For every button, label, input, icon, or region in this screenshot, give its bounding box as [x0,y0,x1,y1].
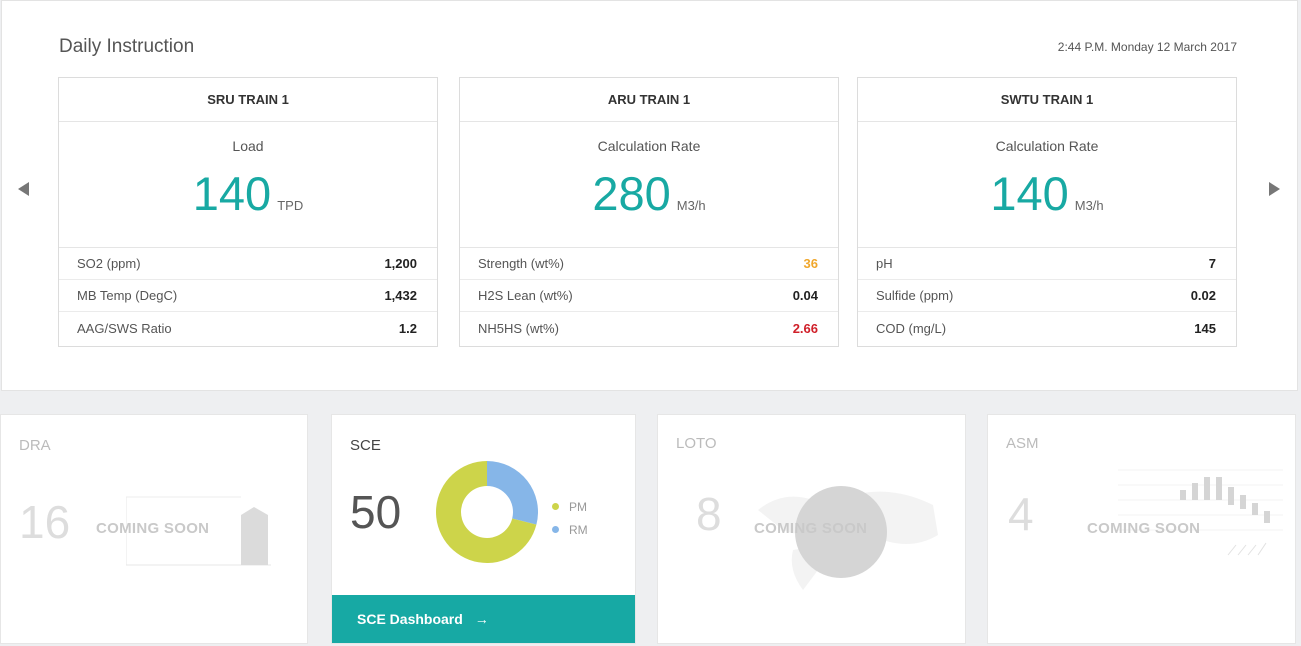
table-row: SO2 (ppm) 1,200 [59,248,437,280]
daily-instruction-panel: Daily Instruction 2:44 P.M. Monday 12 Ma… [1,0,1298,391]
tile-title: LOTO [676,435,717,452]
metric-unit: M3/h [676,198,706,213]
legend-item-rm: RM [552,518,588,541]
train-card-sru: SRU TRAIN 1 Load 140 TPD SO2 (ppm) 1,200 M… [58,77,438,347]
row-label: Strength (wt%) [478,256,564,271]
card-title: SWTU TRAIN 1 [858,78,1236,122]
row-label: pH [876,256,893,271]
sce-dashboard-label: SCE Dashboard [357,611,463,627]
tile-dra: DRA 16 COMING SOON [0,414,308,644]
row-label: SO2 (ppm) [77,256,141,271]
coming-soon-label: COMING SOON [1087,520,1201,537]
metric-label: Load [232,138,264,154]
metric-value: 280 [592,167,671,220]
metric: 140 M3/h [858,166,1236,222]
metric: 140 TPD [59,166,437,222]
legend-item-pm: PM [552,495,588,518]
card-title: ARU TRAIN 1 [460,78,838,122]
row-label: H2S Lean (wt%) [478,288,573,303]
legend-dot [552,503,559,510]
table-row: H2S Lean (wt%) 0.04 [460,280,838,312]
metric-label: Calculation Rate [995,138,1099,154]
donut-slice-rm [487,461,538,525]
table-row: COD (mg/L) 145 [858,312,1236,346]
table-row: MB Temp (DegC) 1,432 [59,280,437,312]
row-label: AAG/SWS Ratio [77,321,172,336]
card-title: SRU TRAIN 1 [59,78,437,122]
row-label: COD (mg/L) [876,321,947,336]
row-value: 1,432 [384,288,417,303]
train-card-swtu: SWTU TRAIN 1 Calculation Rate 140 M3/h pH… [857,77,1237,347]
ghost-bar-chart [1118,469,1283,556]
metric-unit: TPD [277,198,304,213]
legend-label: PM [569,499,587,514]
metric-value: 140 [192,167,272,220]
metric-rows: pH 7 Sulfide (ppm) 0.02 COD (mg/L) 145 [858,247,1236,346]
arrow-right-icon: → [474,611,489,627]
sce-dashboard-button[interactable]: SCE Dashboard → [332,595,635,643]
tile-sce: SCE 50 PM RM SCE Dashboard → [331,414,636,644]
table-row: Sulfide (ppm) 0.02 [858,280,1236,312]
train-card-aru: ARU TRAIN 1 Calculation Rate 280 M3/h Str… [459,77,839,347]
row-label: NH5HS (wt%) [478,321,559,336]
tile-asm: ASM 4 COMING SOON [987,414,1296,644]
row-label: Sulfide (ppm) [876,288,954,303]
datetime-label: 2:44 P.M. Monday 12 March 2017 [1057,40,1237,54]
row-value: 145 [1194,321,1216,336]
tile-value: 8 [696,488,722,540]
row-value-warning: 36 [803,256,818,271]
tile-value: 16 [19,496,71,548]
carousel-next-icon[interactable] [1269,182,1280,196]
row-value: 1.2 [398,321,417,336]
tile-title: ASM [1006,435,1039,452]
tile-loto: LOTO 8 COMING SOON [657,414,966,644]
metric-rows: Strength (wt%) 36 H2S Lean (wt%) 0.04 NH5H… [460,247,838,346]
coming-soon-label: COMING SOON [754,520,868,537]
sce-donut-chart [436,461,538,563]
metric-label: Calculation Rate [597,138,701,154]
row-label: MB Temp (DegC) [77,288,178,303]
metric-rows: SO2 (ppm) 1,200 MB Temp (DegC) 1,432 AAG/S… [59,247,437,346]
row-value: 7 [1208,256,1216,271]
row-value-danger: 2.66 [792,321,818,336]
legend-label: RM [569,522,588,537]
table-row: pH 7 [858,248,1236,280]
table-row: NH5HS (wt%) 2.66 [460,312,838,346]
tile-value: 4 [1008,488,1034,540]
coming-soon-label: COMING SOON [96,520,210,537]
tile-value: 50 [350,486,402,538]
table-row: Strength (wt%) 36 [460,248,838,280]
row-value: 0.02 [1190,288,1216,303]
legend-dot [552,526,559,533]
row-value: 0.04 [792,288,818,303]
metric-value: 140 [990,167,1069,220]
chart-legend: PM RM [552,495,588,541]
row-value: 1,200 [384,256,417,271]
metric-unit: M3/h [1074,198,1104,213]
carousel-prev-icon[interactable] [18,182,29,196]
page-title: Daily Instruction [59,36,195,57]
tile-title: SCE [350,437,381,454]
table-row: AAG/SWS Ratio 1.2 [59,312,437,346]
metric: 280 M3/h [460,166,838,222]
tile-title: DRA [19,437,51,454]
